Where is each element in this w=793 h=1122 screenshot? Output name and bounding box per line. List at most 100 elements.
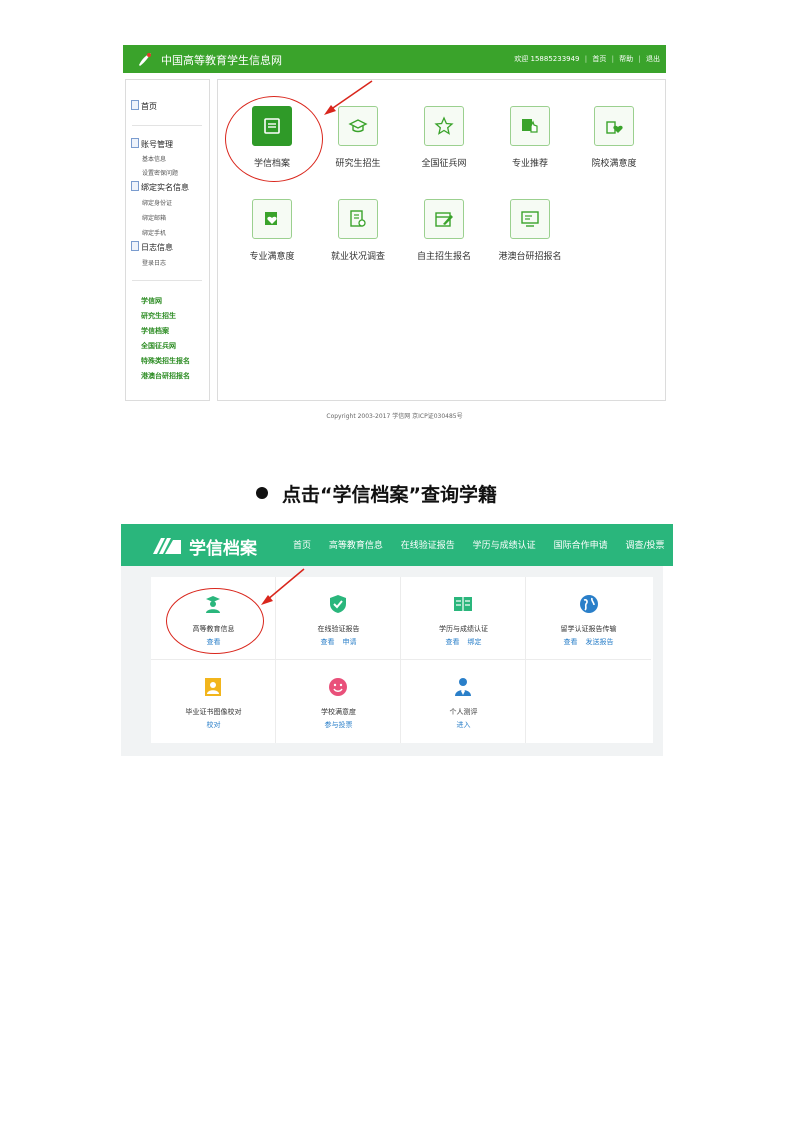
cell-title: 留学认证报告传输 — [560, 625, 617, 633]
cell-overseas-cert[interactable]: 留学认证报告传输 查看 发送报告 — [526, 577, 651, 660]
sidebar-item-login-log[interactable]: 登录日志 — [142, 258, 166, 267]
sidebar-item-logs[interactable]: 日志信息 — [131, 241, 173, 253]
tile-label: 专业推荐 — [511, 159, 548, 169]
site-title: 中国高等教育学生信息网 — [161, 54, 282, 67]
nav-degree-cert[interactable]: 学历与成绩认证 — [473, 541, 536, 551]
tile-label: 自主招生报名 — [416, 252, 471, 262]
tile-independent-admission[interactable]: 自主招生报名 — [404, 199, 484, 262]
tile-national-recruit[interactable]: 全国征兵网 — [404, 106, 484, 169]
smiley-icon — [329, 678, 347, 696]
portal-sidebar: 首页 账号管理 基本信息 设置密保问题 绑定实名信息 绑定身份证 绑定邮箱 绑定… — [125, 79, 210, 401]
proofread-link[interactable]: 校对 — [207, 721, 221, 729]
archive-brand: 学信档案 — [189, 539, 257, 559]
cell-diploma-image[interactable]: 毕业证书图像校对 校对 — [151, 660, 276, 743]
cell-links: 进入 — [401, 720, 526, 730]
id-photo-icon — [205, 678, 221, 696]
tile-label: 院校满意度 — [591, 159, 637, 169]
document-icon — [131, 181, 139, 191]
sidebar-item-basic-info[interactable]: 基本信息 — [142, 154, 166, 163]
enter-link[interactable]: 进入 — [457, 721, 471, 729]
welcome-text: 欢迎 15885233949 — [514, 55, 580, 63]
copyright-footer: Copyright 2003-2017 学信网 京ICP证030485号 — [326, 413, 463, 420]
bind-link[interactable]: 绑定 — [468, 638, 482, 646]
cell-school-satisfaction[interactable]: 学校满意度 参与投票 — [276, 660, 401, 743]
cell-links: 查看 发送报告 — [526, 637, 651, 647]
shield-check-icon — [330, 595, 346, 613]
nav-survey-vote[interactable]: 调查/投票 — [625, 541, 664, 551]
calendar-edit-icon — [424, 199, 464, 239]
cell-degree-cert[interactable]: 学历与成绩认证 查看 绑定 — [401, 577, 526, 660]
pointer-arrow-icon — [261, 568, 305, 605]
top-nav-home-link[interactable]: 首页 — [592, 55, 606, 63]
tile-major-satisfaction[interactable]: 专业满意度 — [232, 199, 312, 262]
document-icon — [131, 138, 139, 148]
sidebar-link-xuexin[interactable]: 学信网 — [141, 296, 162, 306]
portal-header: 中国高等教育学生信息网 欢迎 15885233949 | 首页 | 帮助 | 退… — [123, 45, 666, 73]
highlight-circle — [225, 96, 323, 182]
thumbs-up-icon — [510, 106, 550, 146]
sidebar-divider — [132, 280, 202, 281]
tile-label: 全国征兵网 — [421, 159, 467, 169]
pointer-arrow-icon — [324, 80, 373, 115]
nav-intl-cooperation[interactable]: 国际合作申请 — [554, 541, 608, 551]
tile-label: 港澳台研招报名 — [498, 252, 562, 262]
globe-icon — [579, 595, 598, 613]
top-nav-help-link[interactable]: 帮助 — [619, 55, 633, 63]
cell-title: 个人测评 — [449, 708, 478, 716]
report-search-icon — [338, 199, 378, 239]
document-icon — [131, 100, 139, 110]
view-link[interactable]: 查看 — [321, 638, 335, 646]
cell-title: 学历与成绩认证 — [439, 625, 488, 633]
view-link[interactable]: 查看 — [564, 638, 578, 646]
cell-title: 毕业证书图像校对 — [185, 708, 242, 716]
instruction-heading: 点击“学信档案”查询学籍 — [256, 480, 497, 507]
apply-link[interactable]: 申请 — [343, 638, 357, 646]
vote-link[interactable]: 参与投票 — [325, 721, 353, 729]
view-link[interactable]: 查看 — [446, 638, 460, 646]
sidebar-item-bind-phone[interactable]: 绑定手机 — [142, 228, 166, 237]
person-tie-icon — [455, 678, 471, 696]
send-report-link[interactable]: 发送报告 — [586, 638, 614, 646]
sidebar-link-archive[interactable]: 学信档案 — [141, 326, 169, 336]
sidebar-item-security-question[interactable]: 设置密保问题 — [142, 168, 178, 177]
cell-title: 学校满意度 — [321, 708, 356, 716]
open-book-icon — [454, 597, 472, 611]
sidebar-item-home[interactable]: 首页 — [131, 100, 157, 112]
sidebar-link-graduate[interactable]: 研究生招生 — [141, 311, 176, 321]
cell-personal-assessment[interactable]: 个人测评 进入 — [401, 660, 526, 743]
monitor-form-icon — [510, 199, 550, 239]
archive-nav: 首页 高等教育信息 在线验证报告 学历与成绩认证 国际合作申请 调查/投票 职 — [293, 538, 706, 551]
cell-title: 在线验证报告 — [317, 625, 360, 633]
book-pages-logo-icon — [153, 538, 181, 554]
nav-higher-edu-info[interactable]: 高等教育信息 — [329, 541, 383, 551]
nav-more[interactable]: 职 — [682, 541, 691, 551]
cell-empty — [526, 660, 651, 743]
bullet-icon — [256, 487, 268, 499]
tile-hmt-graduate[interactable]: 港澳台研招报名 — [490, 199, 570, 262]
sidebar-link-recruit[interactable]: 全国征兵网 — [141, 341, 176, 351]
cell-links: 查看 申请 — [276, 637, 401, 647]
archive-header: 学信档案 首页 高等教育信息 在线验证报告 学历与成绩认证 国际合作申请 调查/… — [121, 524, 691, 566]
star-emblem-icon — [424, 106, 464, 146]
book-heart-icon — [252, 199, 292, 239]
sidebar-link-special[interactable]: 特殊类招生报名 — [141, 356, 190, 366]
portal-logo-icon — [139, 53, 151, 66]
tile-label: 就业状况调查 — [330, 252, 385, 262]
sidebar-link-hmt[interactable]: 港澳台研招报名 — [141, 371, 190, 381]
sidebar-item-account[interactable]: 账号管理 — [131, 138, 173, 150]
sidebar-item-bind-id[interactable]: 绑定身份证 — [142, 198, 172, 207]
sidebar-item-bind-email[interactable]: 绑定邮箱 — [142, 213, 166, 222]
tile-school-satisfaction[interactable]: 院校满意度 — [574, 106, 654, 169]
sidebar-item-realname[interactable]: 绑定实名信息 — [131, 181, 189, 193]
nav-online-verify[interactable]: 在线验证报告 — [401, 541, 455, 551]
top-nav-logout-link[interactable]: 退出 — [646, 55, 660, 63]
tile-employment-survey[interactable]: 就业状况调查 — [318, 199, 398, 262]
tile-label: 专业满意度 — [249, 252, 295, 262]
nav-home[interactable]: 首页 — [293, 541, 311, 551]
document-icon — [131, 241, 139, 251]
cell-links: 查看 绑定 — [401, 637, 526, 647]
cell-links: 校对 — [151, 720, 276, 730]
xuexin-portal-screenshot: 中国高等教育学生信息网 欢迎 15885233949 | 首页 | 帮助 | 退… — [123, 45, 666, 425]
tile-major-recommend[interactable]: 专业推荐 — [490, 106, 570, 169]
sidebar-divider — [132, 125, 202, 126]
